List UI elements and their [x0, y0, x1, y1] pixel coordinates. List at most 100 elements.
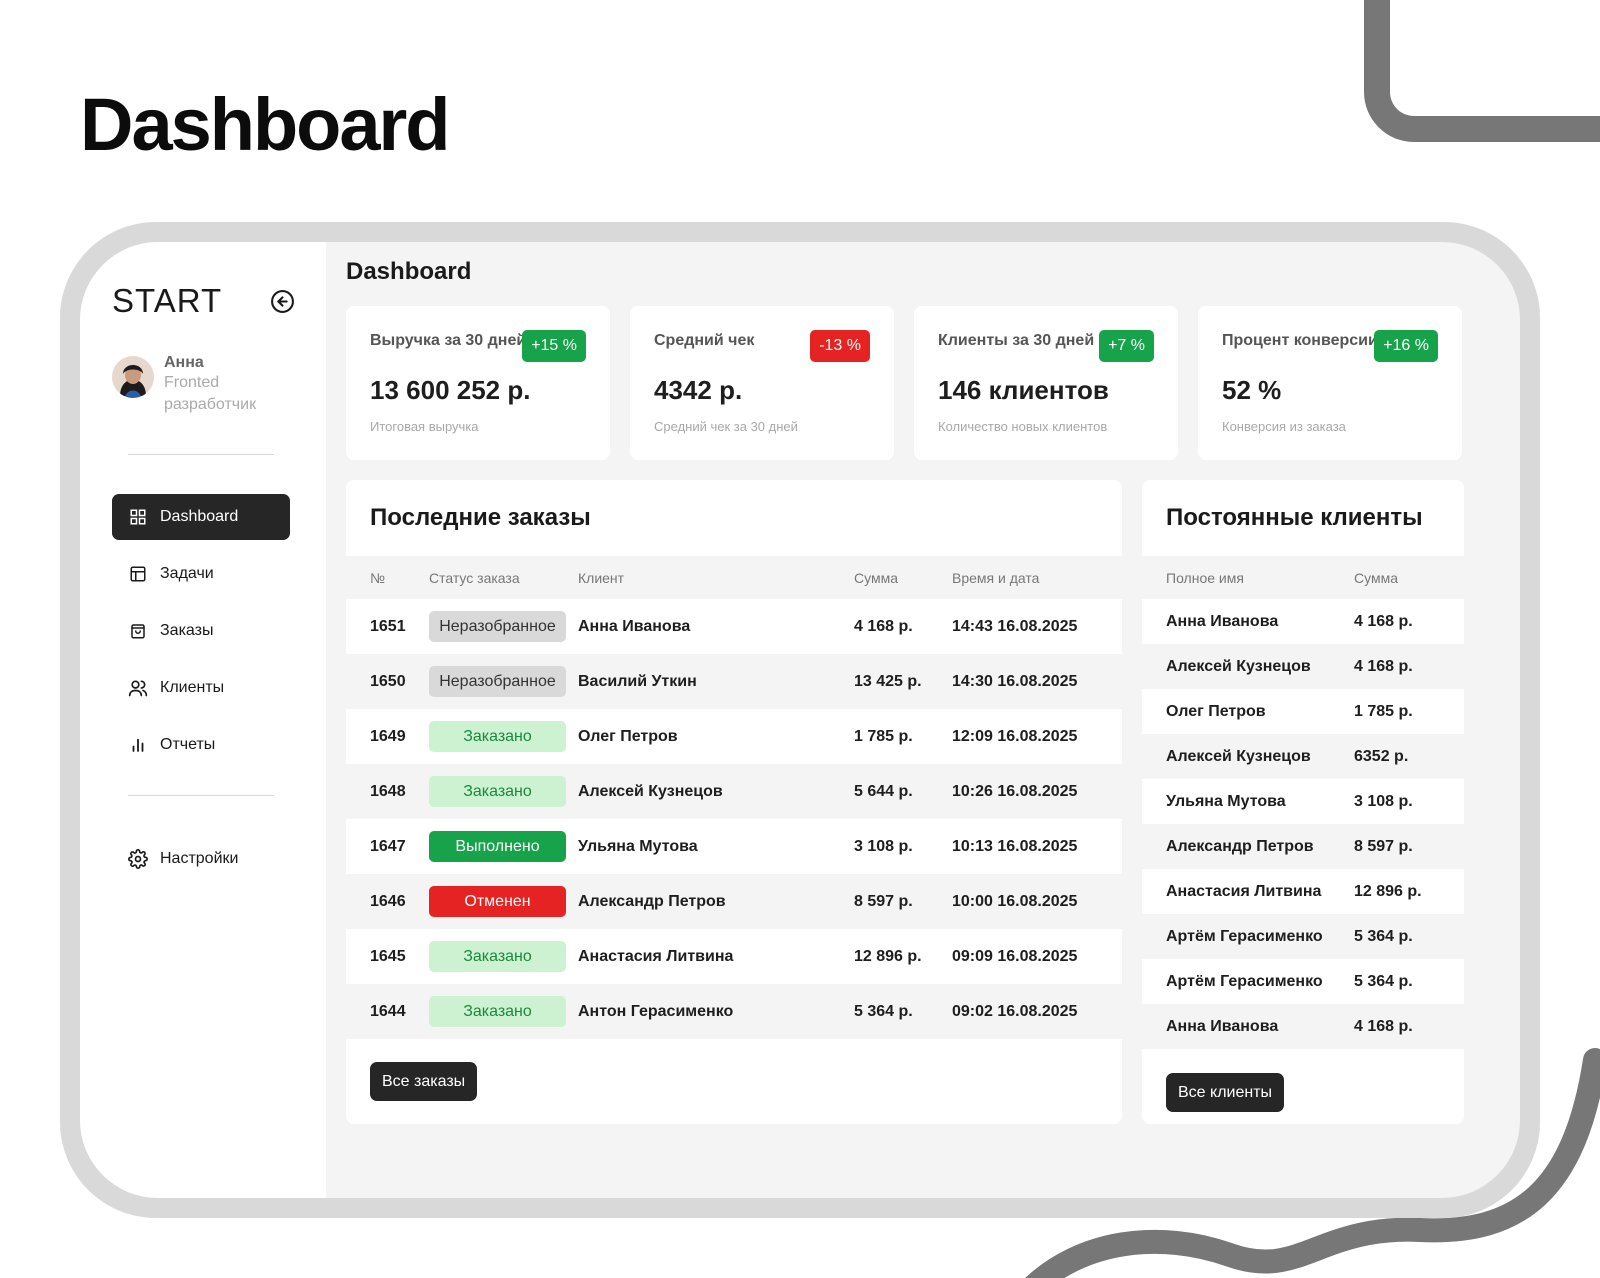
order-number: 1651 [370, 617, 406, 635]
all-orders-button[interactable]: Все заказы [370, 1062, 478, 1101]
list-item[interactable]: Олег Петров 1 785 р. [1142, 689, 1464, 734]
order-sum: 12 896 р. [854, 947, 922, 965]
order-date: 14:43 16.08.2025 [952, 617, 1078, 635]
client-sum: 4 168 р. [1354, 657, 1413, 675]
profile-name: Анна [164, 354, 204, 371]
order-number: 1649 [370, 727, 406, 745]
sidebar-item-label: Отчеты [160, 736, 216, 753]
table-row[interactable]: 1649 Заказано Олег Петров 1 785 р. 12:09… [346, 709, 1122, 764]
client-name: Олег Петров [1166, 702, 1266, 720]
kpi-caption: Итоговая выручка [370, 419, 479, 434]
trend-badge: +16 % [1374, 330, 1438, 362]
client-name: Анна Иванова [1166, 1017, 1279, 1035]
kpi-value: 52 % [1222, 375, 1282, 405]
decorative-corner-shape [1364, 0, 1600, 142]
client-name: Антон Герасименко [578, 1002, 734, 1020]
list-item[interactable]: Алексей Кузнецов 6352 р. [1142, 734, 1464, 779]
table-row[interactable]: 1646 Отменен Александр Петров 8 597 р. 1… [346, 874, 1122, 929]
page-title: Dashboard [346, 258, 472, 285]
order-number: 1644 [370, 1002, 406, 1020]
client-name: Алексей Кузнецов [1166, 747, 1311, 765]
panel-title: Постоянные клиенты [1166, 504, 1423, 531]
kpi-caption: Количество новых клиентов [938, 419, 1108, 434]
kpi-caption: Средний чек за 30 дней [654, 419, 798, 434]
panel-title: Последние заказы [370, 504, 591, 531]
profile-text: Анна Fronted разработчик [164, 354, 274, 416]
order-number: 1646 [370, 892, 406, 910]
table-row[interactable]: 1647 Выполнено Ульяна Мутова 3 108 р. 10… [346, 819, 1122, 874]
list-item[interactable]: Алексей Кузнецов 4 168 р. [1142, 644, 1464, 689]
order-sum: 4 168 р. [854, 617, 913, 635]
client-sum: 5 364 р. [1354, 972, 1413, 990]
client-sum: 5 364 р. [1354, 927, 1413, 945]
kpi-caption: Конверсия из заказа [1222, 419, 1346, 434]
client-name: Анастасия Литвина [578, 947, 734, 965]
client-name: Ульяна Мутова [578, 837, 698, 855]
sidebar-item-tasks[interactable]: Задачи [112, 551, 290, 597]
all-clients-button[interactable]: Все клиенты [1166, 1073, 1285, 1112]
sidebar-item-orders[interactable]: Заказы [112, 608, 290, 654]
column-header: Сумма [1354, 569, 1398, 586]
list-item[interactable]: Анна Иванова 4 168 р. [1142, 599, 1464, 644]
sidebar-item-dashboard[interactable]: Dashboard [112, 494, 290, 540]
order-date: 14:30 16.08.2025 [952, 672, 1078, 690]
brand-logo: START [112, 282, 223, 319]
table-row[interactable]: 1644 Заказано Антон Герасименко 5 364 р.… [346, 984, 1122, 1039]
trend-badge: +15 % [522, 330, 586, 362]
list-item[interactable]: Артём Герасименко 5 364 р. [1142, 959, 1464, 1004]
sidebar-item-settings[interactable]: Настройки [112, 836, 290, 882]
client-name: Олег Петров [578, 727, 678, 745]
kpi-cards: Выручка за 30 дней +15 % 13 600 252 р. И… [346, 306, 1520, 460]
sidebar-item-reports[interactable]: Отчеты [112, 722, 290, 768]
client-name: Артём Герасименко [1166, 972, 1323, 990]
grid-icon [128, 507, 148, 527]
column-header: Полное имя [1166, 569, 1244, 586]
column-header: № [370, 569, 386, 586]
sidebar-item-label: Настройки [160, 850, 239, 867]
sidebar-item-label: Заказы [160, 622, 214, 639]
client-sum: 4 168 р. [1354, 612, 1413, 630]
list-item[interactable]: Александр Петров 8 597 р. [1142, 824, 1464, 869]
table-row[interactable]: 1650 Неразобранное Василий Уткин 13 425 … [346, 654, 1122, 709]
table-row[interactable]: 1645 Заказано Анастасия Литвина 12 896 р… [346, 929, 1122, 984]
main-content: Dashboard Выручка за 30 дней +15 % 13 60… [326, 242, 1520, 1198]
sidebar-item-clients[interactable]: Клиенты [112, 665, 290, 711]
status-badge: Отменен [429, 886, 566, 917]
kpi-value: 13 600 252 р. [370, 375, 531, 405]
status-badge: Заказано [429, 721, 566, 752]
order-date: 10:13 16.08.2025 [952, 837, 1078, 855]
gear-icon [128, 849, 148, 869]
client-name: Алексей Кузнецов [1166, 657, 1311, 675]
sidebar-item-label: Задачи [160, 565, 214, 582]
column-header: Статус заказа [429, 569, 520, 586]
status-badge: Заказано [429, 776, 566, 807]
client-sum: 8 597 р. [1354, 837, 1413, 855]
order-date: 10:00 16.08.2025 [952, 892, 1078, 910]
client-name: Артём Герасименко [1166, 927, 1323, 945]
list-item[interactable]: Артём Герасименко 5 364 р. [1142, 914, 1464, 959]
list-item[interactable]: Анна Иванова 4 168 р. [1142, 1004, 1464, 1049]
column-header: Сумма [854, 569, 898, 586]
brand-row: START [112, 282, 295, 320]
table-row[interactable]: 1651 Неразобранное Анна Иванова 4 168 р.… [346, 599, 1122, 654]
client-name: Анастасия Литвина [1166, 882, 1322, 900]
profile-role: Fronted разработчик [164, 374, 257, 413]
order-number: 1645 [370, 947, 406, 965]
trend-badge: -13 % [810, 330, 870, 362]
status-badge: Неразобранное [429, 666, 566, 697]
table-row[interactable]: 1648 Заказано Алексей Кузнецов 5 644 р. … [346, 764, 1122, 819]
order-number: 1647 [370, 837, 406, 855]
trend-badge: +7 % [1099, 330, 1154, 362]
list-item[interactable]: Анастасия Литвина 12 896 р. [1142, 869, 1464, 914]
kpi-card-clients: Клиенты за 30 дней +7 % 146 клиентов Кол… [914, 306, 1178, 460]
user-profile[interactable]: Анна Fronted разработчик [112, 354, 326, 416]
status-badge: Заказано [429, 996, 566, 1027]
client-sum: 6352 р. [1354, 747, 1409, 765]
client-name: Анна Иванова [578, 617, 691, 635]
kpi-card-revenue: Выручка за 30 дней +15 % 13 600 252 р. И… [346, 306, 610, 460]
list-item[interactable]: Ульяна Мутова 3 108 р. [1142, 779, 1464, 824]
table-header: № Статус заказа Клиент Сумма Время и дат… [346, 556, 1122, 599]
client-name: Алексей Кузнецов [578, 782, 723, 800]
collapse-sidebar-button[interactable] [270, 289, 295, 314]
order-number: 1650 [370, 672, 406, 690]
